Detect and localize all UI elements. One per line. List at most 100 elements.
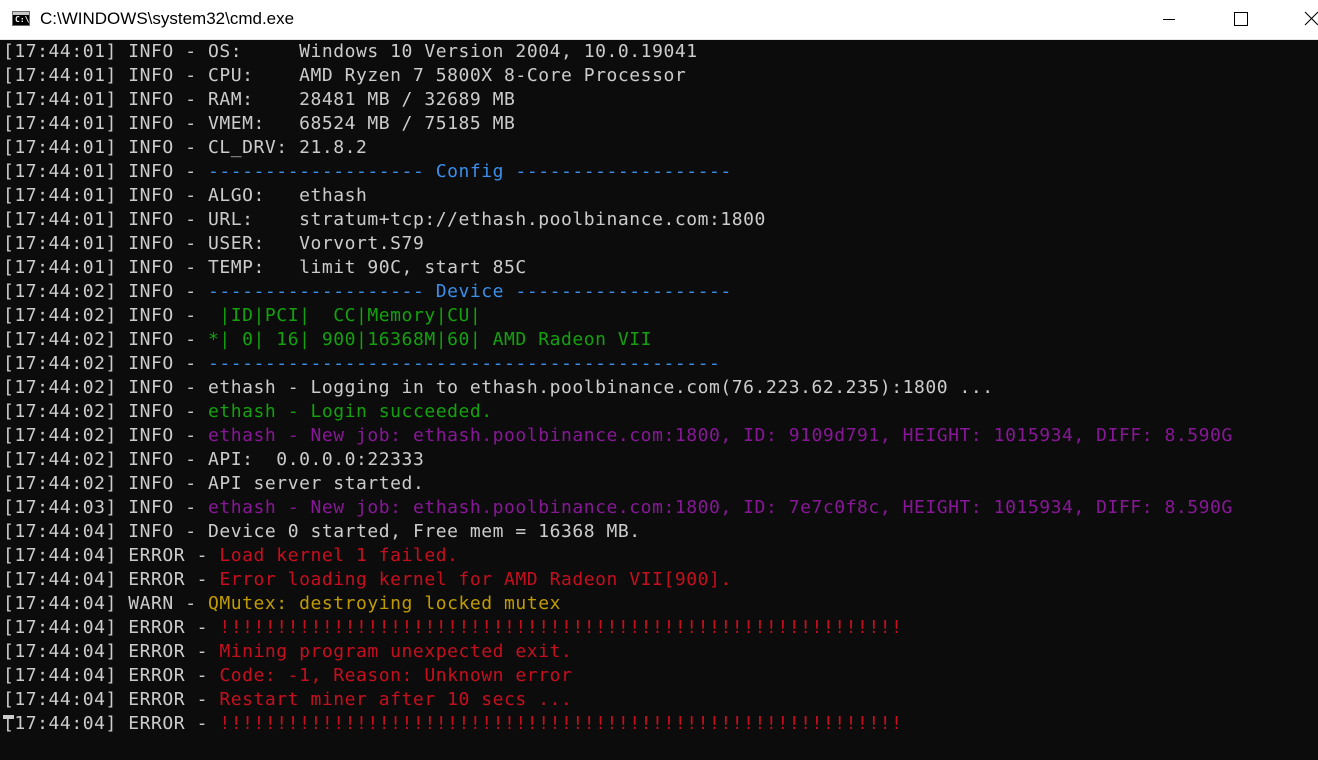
close-icon bbox=[1304, 11, 1318, 26]
console-line: [17:44:01] INFO - ------------------- Co… bbox=[3, 160, 732, 184]
log-timestamp: [17:44:01] bbox=[3, 65, 117, 86]
log-timestamp: [17:44:04] bbox=[3, 569, 117, 590]
log-timestamp: [17:44:01] bbox=[3, 137, 117, 158]
console-line: [17:44:02] INFO - ethash - New job: etha… bbox=[3, 424, 1233, 448]
log-message: ethash - New job: ethash.poolbinance.com… bbox=[207, 425, 1233, 446]
console-line: [17:44:02] INFO - ----------------------… bbox=[3, 352, 720, 376]
console-line: [17:44:04] ERROR - Restart miner after 1… bbox=[3, 688, 572, 712]
log-level: WARN - bbox=[116, 593, 208, 614]
log-level: INFO - bbox=[116, 449, 208, 470]
console-line: [17:44:03] INFO - ethash - New job: etha… bbox=[3, 496, 1233, 520]
log-level: INFO - bbox=[116, 401, 208, 422]
log-level: INFO - bbox=[116, 137, 208, 158]
console-line: [17:44:02] INFO - ethash - Login succeed… bbox=[3, 400, 493, 424]
title-bar[interactable]: C:\ C:\WINDOWS\system32\cmd.exe bbox=[0, 0, 1318, 40]
log-timestamp: [17:44:01] bbox=[3, 209, 117, 230]
log-level: INFO - bbox=[116, 233, 208, 254]
log-timestamp: [17:44:01] bbox=[3, 185, 117, 206]
log-message: Error loading kernel for AMD Radeon VII[… bbox=[219, 569, 732, 590]
maximize-icon bbox=[1234, 12, 1248, 26]
log-timestamp: [17:44:02] bbox=[3, 425, 117, 446]
log-timestamp: [17:44:02] bbox=[3, 377, 117, 398]
log-message: TEMP: limit 90C, start 85C bbox=[207, 257, 527, 278]
log-message: ethash - Logging in to ethash.poolbinanc… bbox=[207, 377, 994, 398]
log-message: Device 0 started, Free mem = 16368 MB. bbox=[207, 521, 641, 542]
log-level: INFO - bbox=[116, 425, 208, 446]
log-level: ERROR - bbox=[116, 689, 220, 710]
log-level: ERROR - bbox=[116, 617, 220, 638]
console-line: [17:44:04] ERROR - Mining program unexpe… bbox=[3, 640, 572, 664]
console-line: [17:44:04] INFO - Device 0 started, Free… bbox=[3, 520, 641, 544]
log-timestamp: [17:44:04] bbox=[3, 521, 117, 542]
log-message: USER: Vorvort.S79 bbox=[207, 233, 425, 254]
log-level: INFO - bbox=[116, 185, 208, 206]
console-line: [17:44:01] INFO - RAM: 28481 MB / 32689 … bbox=[3, 88, 515, 112]
maximize-button[interactable] bbox=[1218, 0, 1264, 40]
log-timestamp: [17:44:01] bbox=[3, 161, 117, 182]
log-timestamp: [17:44:01] bbox=[3, 89, 117, 110]
log-message: CPU: AMD Ryzen 7 5800X 8-Core Processor bbox=[207, 65, 687, 86]
log-timestamp: [17:44:04] bbox=[3, 617, 117, 638]
log-timestamp: [17:44:02] bbox=[3, 473, 117, 494]
log-level: ERROR - bbox=[116, 545, 220, 566]
log-message: ------------------- Config -------------… bbox=[207, 161, 732, 182]
log-timestamp: [17:44:02] bbox=[3, 329, 117, 350]
console-line: [17:44:02] INFO - |ID|PCI| CC|Memory|CU| bbox=[3, 304, 481, 328]
log-timestamp: [17:44:02] bbox=[3, 449, 117, 470]
console-line: [17:44:04] ERROR - !!!!!!!!!!!!!!!!!!!!!… bbox=[3, 712, 903, 736]
log-timestamp: [17:44:02] bbox=[3, 281, 117, 302]
log-message: Load kernel 1 failed. bbox=[219, 545, 459, 566]
log-message: Mining program unexpected exit. bbox=[219, 641, 573, 662]
log-timestamp: [17:44:01] bbox=[3, 257, 117, 278]
log-message: *| 0| 16| 900|16368M|60| AMD Radeon VII bbox=[207, 329, 653, 350]
log-message: ethash - New job: ethash.poolbinance.com… bbox=[207, 497, 1233, 518]
log-timestamp: [17:44:02] bbox=[3, 305, 117, 326]
console-output[interactable]: [17:44:01] INFO - OS: Windows 10 Version… bbox=[0, 40, 1318, 760]
log-level: INFO - bbox=[116, 521, 208, 542]
log-level: INFO - bbox=[116, 41, 208, 62]
log-message: VMEM: 68524 MB / 75185 MB bbox=[207, 113, 516, 134]
console-line: [17:44:02] INFO - API server started. bbox=[3, 472, 424, 496]
log-timestamp: [17:44:04] bbox=[3, 665, 117, 686]
log-message: API: 0.0.0.0:22333 bbox=[207, 449, 425, 470]
log-message: ----------------------------------------… bbox=[207, 353, 721, 374]
console-line: [17:44:04] ERROR - Code: -1, Reason: Unk… bbox=[3, 664, 572, 688]
log-level: INFO - bbox=[116, 353, 208, 374]
log-timestamp: [17:44:04] bbox=[3, 641, 117, 662]
console-line: [17:44:04] WARN - QMutex: destroying loc… bbox=[3, 592, 561, 616]
log-message: ------------------- Device -------------… bbox=[207, 281, 732, 302]
log-level: INFO - bbox=[116, 89, 208, 110]
log-level: INFO - bbox=[116, 209, 208, 230]
console-line: [17:44:04] ERROR - Load kernel 1 failed. bbox=[3, 544, 458, 568]
console-line: [17:44:02] INFO - *| 0| 16| 900|16368M|6… bbox=[3, 328, 652, 352]
minimize-button[interactable] bbox=[1146, 0, 1192, 40]
console-line: [17:44:01] INFO - TEMP: limit 90C, start… bbox=[3, 256, 527, 280]
console-line: [17:44:01] INFO - OS: Windows 10 Version… bbox=[3, 40, 698, 64]
log-timestamp: [17:44:01] bbox=[3, 233, 117, 254]
console-line: [17:44:02] INFO - ------------------- De… bbox=[3, 280, 732, 304]
log-timestamp: [17:44:04] bbox=[3, 593, 117, 614]
log-message: !!!!!!!!!!!!!!!!!!!!!!!!!!!!!!!!!!!!!!!!… bbox=[219, 713, 903, 734]
close-button[interactable] bbox=[1272, 0, 1318, 40]
log-message: Code: -1, Reason: Unknown error bbox=[219, 665, 573, 686]
log-level: ERROR - bbox=[116, 713, 220, 734]
console-line: [17:44:01] INFO - VMEM: 68524 MB / 75185… bbox=[3, 112, 515, 136]
minimize-icon bbox=[1163, 19, 1175, 20]
log-level: INFO - bbox=[116, 377, 208, 398]
console-line: [17:44:04] ERROR - !!!!!!!!!!!!!!!!!!!!!… bbox=[3, 616, 903, 640]
cmd-app-icon[interactable]: C:\ bbox=[12, 11, 30, 26]
app-icon-glyph: C:\ bbox=[15, 15, 30, 24]
log-timestamp: [17:44:02] bbox=[3, 353, 117, 374]
log-timestamp: [17:44:01] bbox=[3, 113, 117, 134]
log-message: CL_DRV: 21.8.2 bbox=[207, 137, 368, 158]
log-timestamp: [17:44:04] bbox=[3, 545, 117, 566]
log-message: API server started. bbox=[207, 473, 425, 494]
log-message: URL: stratum+tcp://ethash.poolbinance.co… bbox=[207, 209, 766, 230]
log-level: INFO - bbox=[116, 473, 208, 494]
log-level: INFO - bbox=[116, 305, 208, 326]
log-message: !!!!!!!!!!!!!!!!!!!!!!!!!!!!!!!!!!!!!!!!… bbox=[219, 617, 903, 638]
log-level: INFO - bbox=[116, 257, 208, 278]
log-level: INFO - bbox=[116, 329, 208, 350]
log-timestamp: [17:44:01] bbox=[3, 41, 117, 62]
console-line: [17:44:01] INFO - USER: Vorvort.S79 bbox=[3, 232, 424, 256]
